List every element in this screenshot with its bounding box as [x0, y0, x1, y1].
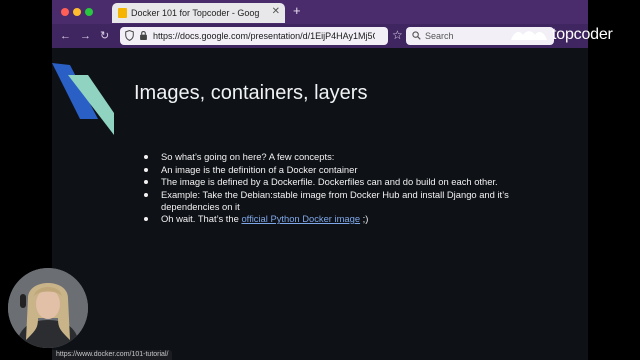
bullet-text-after-link: ;) [360, 213, 369, 224]
bullet-item: The image is defined by a Dockerfile. Do… [144, 176, 544, 188]
lock-icon[interactable] [139, 30, 148, 41]
tab-title: Docker 101 for Topcoder - Goog [131, 8, 260, 18]
python-docker-image-link[interactable]: official Python Docker image [241, 213, 360, 224]
bullet-dot [144, 180, 148, 184]
slide-decoration-shapes [52, 63, 114, 135]
back-arrow-icon[interactable]: ← [60, 29, 71, 43]
presenter-avatar-icon [8, 268, 88, 348]
status-bar-url: https://www.docker.com/101-tutorial/ [52, 350, 173, 360]
title-bar: Docker 101 for Topcoder - Goog ✕ + [52, 0, 588, 24]
address-bar[interactable]: https://docs.google.com/presentation/d/1… [120, 27, 388, 45]
shield-icon[interactable] [125, 30, 134, 41]
bullet-text: Example: Take the Debian:stable image fr… [161, 188, 509, 212]
search-placeholder: Search [425, 31, 454, 41]
forward-arrow-icon[interactable]: → [80, 29, 91, 43]
presentation-slide: Images, containers, layers So what’s goi… [52, 48, 588, 360]
new-tab-button[interactable]: + [293, 3, 301, 19]
search-icon [412, 31, 421, 40]
topcoder-logo-icon [511, 31, 547, 40]
bullet-dot [144, 155, 148, 159]
maximize-window-button[interactable] [85, 8, 93, 16]
bullet-text: So what’s going on here? A few concepts: [161, 151, 335, 162]
topcoder-logo: topcoder [510, 26, 622, 46]
topcoder-logo-text: topcoder [552, 26, 613, 43]
tab-close-icon[interactable]: ✕ [272, 6, 280, 18]
bullet-item: Example: Take the Debian:stable image fr… [144, 189, 544, 213]
navigation-toolbar: ← → ↻ https://docs.google.com/presentati… [52, 24, 588, 48]
bullet-item: An image is the definition of a Docker c… [144, 164, 544, 176]
browser-tab[interactable]: Docker 101 for Topcoder - Goog ✕ [112, 3, 285, 23]
bullet-text-before-link: Oh wait. That’s the [161, 213, 242, 224]
bullet-text: The image is defined by a Dockerfile. Do… [161, 176, 498, 187]
bullet-item: Oh wait. That’s the official Python Dock… [144, 213, 544, 225]
close-window-button[interactable] [61, 8, 69, 16]
minimize-window-button[interactable] [73, 8, 81, 16]
bullet-text: An image is the definition of a Docker c… [161, 163, 358, 175]
bullet-dot [144, 192, 148, 197]
bullet-list: So what’s going on here? A few concepts:… [144, 151, 544, 226]
bullet-dot [144, 167, 148, 172]
bullet-dot [144, 217, 148, 221]
presenter-webcam [8, 268, 88, 348]
reload-icon[interactable]: ↻ [100, 29, 109, 43]
url-text: https://docs.google.com/presentation/d/1… [153, 31, 375, 41]
browser-window: Docker 101 for Topcoder - Goog ✕ + ← → ↻… [52, 0, 588, 360]
star-icon[interactable]: ☆ [392, 28, 403, 42]
bullet-item: So what’s going on here? A few concepts: [144, 151, 544, 163]
slides-favicon-icon [118, 8, 127, 18]
slide-title: Images, containers, layers [134, 82, 368, 104]
